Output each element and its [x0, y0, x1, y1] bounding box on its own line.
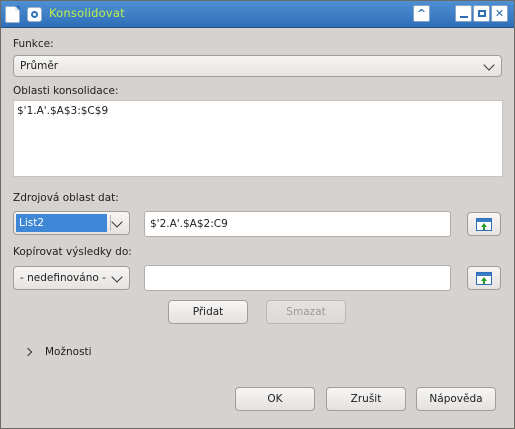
copy-results-shrink-button[interactable] — [467, 266, 501, 290]
source-range-selector[interactable]: List2 — [13, 211, 130, 235]
title-bar[interactable]: Konsolidovat ^ ✕ — [1, 1, 514, 28]
source-range-shrink-button[interactable] — [467, 212, 501, 236]
ok-button[interactable]: OK — [235, 387, 315, 411]
help-button[interactable]: Nápověda — [416, 387, 496, 411]
function-dropdown[interactable]: Průměr — [13, 55, 502, 77]
function-value: Průměr — [20, 60, 59, 72]
chevron-down-icon — [483, 59, 495, 71]
maximize-button[interactable] — [473, 5, 490, 22]
copy-results-selector-value: - nedefinováno - — [20, 272, 106, 284]
consolidation-ranges-label: Oblasti konsolidace: — [13, 85, 119, 97]
shrink-range-icon — [476, 217, 492, 231]
source-range-input-value: $'2.A'.$A$2:C9 — [150, 218, 228, 230]
chevron-down-icon — [111, 271, 123, 283]
add-button[interactable]: Přidat — [168, 300, 248, 324]
minimize-icon — [459, 15, 468, 18]
copy-results-selector[interactable]: - nedefinováno - — [13, 266, 130, 290]
source-range-input[interactable]: $'2.A'.$A$2:C9 — [144, 211, 451, 237]
separator — [110, 215, 111, 231]
shade-button[interactable]: ^ — [413, 5, 430, 22]
window-title: Konsolidovat — [49, 6, 125, 20]
source-range-selector-value: List2 — [16, 214, 107, 232]
copy-results-input[interactable] — [144, 265, 451, 291]
delete-button[interactable]: Smazat — [266, 300, 346, 324]
function-label: Funkce: — [13, 38, 54, 50]
shrink-range-icon — [476, 271, 492, 285]
source-range-label: Zdrojová oblast dat: — [13, 192, 119, 204]
document-icon[interactable] — [5, 6, 20, 23]
copy-results-label: Kopírovat výsledky do: — [13, 246, 132, 258]
consolidate-dialog: Konsolidovat ^ ✕ Funkce: Průměr Oblasti … — [0, 0, 515, 429]
chevron-right-icon[interactable] — [23, 347, 33, 357]
options-expander[interactable]: Možnosti — [45, 346, 92, 358]
consolidation-ranges-list[interactable]: $'1.A'.$A$3:$C$9 — [13, 100, 503, 177]
app-menu-icon[interactable] — [27, 7, 42, 22]
chevron-down-icon — [111, 216, 123, 228]
consolidation-range-item[interactable]: $'1.A'.$A$3:$C$9 — [17, 105, 499, 117]
maximize-icon — [477, 10, 486, 17]
close-button[interactable]: ✕ — [491, 5, 508, 22]
cancel-button[interactable]: Zrušit — [326, 387, 406, 411]
minimize-button[interactable] — [455, 5, 472, 22]
